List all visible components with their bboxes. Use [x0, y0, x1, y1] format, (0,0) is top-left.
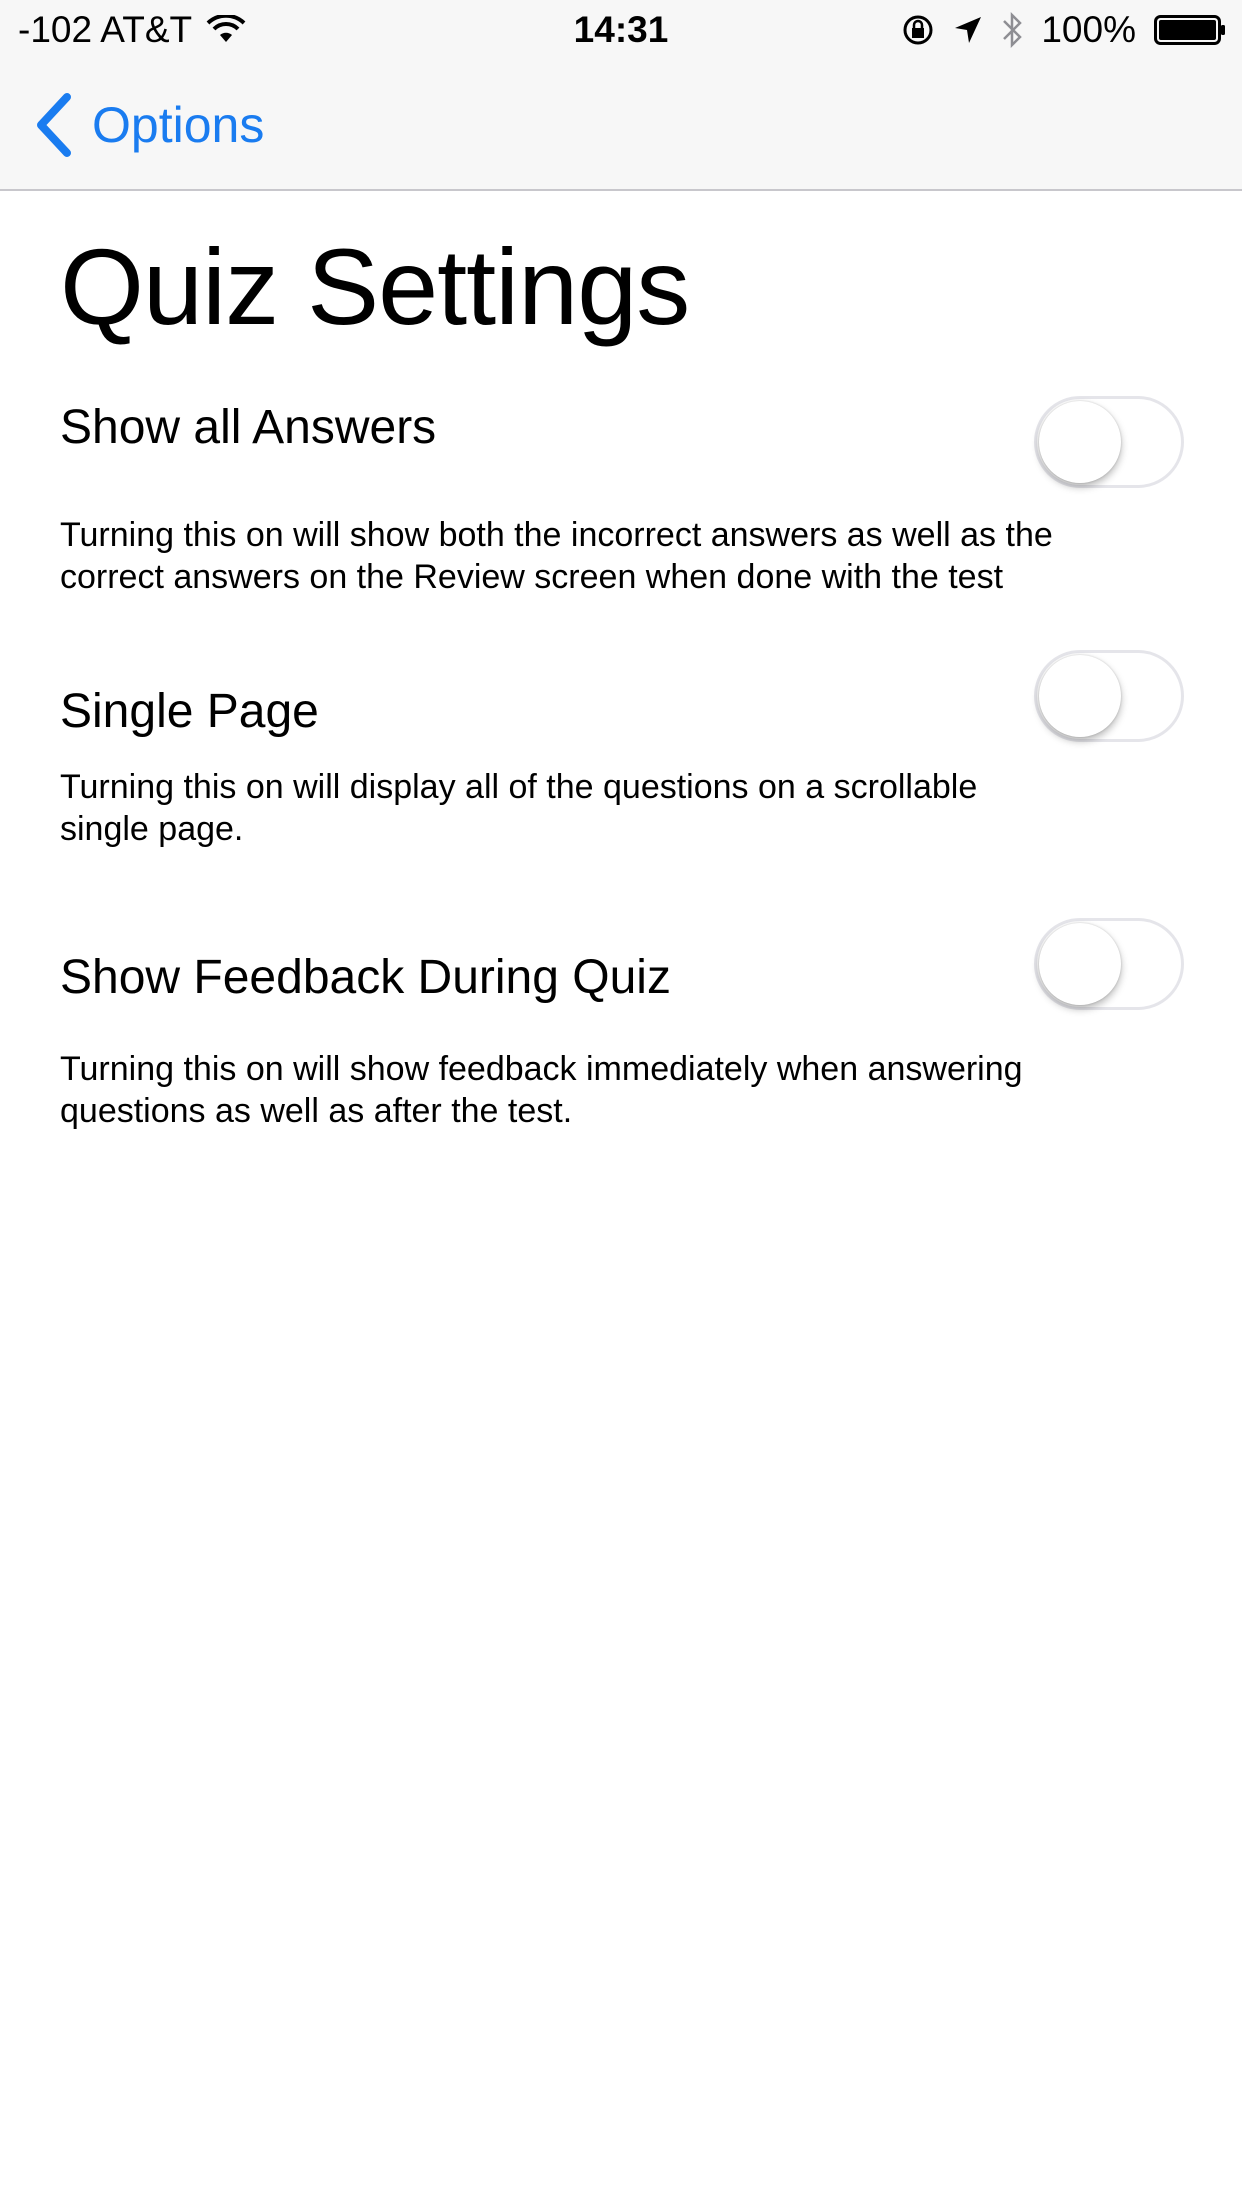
setting-label: Single Page: [60, 685, 319, 738]
toggle-knob: [1039, 923, 1121, 1005]
chevron-left-icon: [37, 93, 71, 157]
battery-icon: [1154, 15, 1225, 45]
setting-show-all-answers: Show all Answers Turning this on will sh…: [60, 390, 1184, 600]
single-page-toggle[interactable]: [1034, 650, 1184, 742]
bluetooth-icon: [1003, 11, 1023, 49]
setting-description: Turning this on will show feedback immed…: [60, 1048, 1184, 1132]
toggle-knob: [1039, 401, 1121, 483]
top-bar: -102 AT&T 14:31 100% Options: [0, 0, 1242, 191]
setting-description-line: Turning this on will display all of the …: [60, 768, 978, 806]
setting-label: Show all Answers: [60, 401, 437, 454]
setting-show-feedback-during-quiz: Show Feedback During Quiz Turning this o…: [60, 912, 1184, 1142]
status-bar: -102 AT&T 14:31 100%: [0, 0, 1242, 60]
setting-description-line: correct answers on the Review screen whe…: [60, 558, 1004, 596]
setting-description-line: single page.: [60, 810, 244, 848]
setting-label: Show Feedback During Quiz: [60, 951, 671, 1004]
setting-description: Turning this on will display all of the …: [60, 766, 1184, 850]
setting-description-line: questions as well as after the test.: [60, 1092, 573, 1130]
location-arrow-icon: [955, 17, 982, 43]
orientation-lock-icon: [903, 15, 933, 45]
navigation-bar: Options: [0, 60, 1242, 190]
setting-description: Turning this on will show both the incor…: [60, 514, 1184, 598]
back-button[interactable]: Options: [34, 90, 264, 160]
setting-single-page: Single Page Turning this on will display…: [60, 644, 1184, 854]
setting-description-line: Turning this on will show both the incor…: [60, 516, 1053, 554]
battery-percentage: 100%: [1041, 9, 1136, 50]
status-right: 100%: [901, 8, 1226, 52]
show-all-answers-toggle[interactable]: [1034, 396, 1184, 488]
setting-description-line: Turning this on will show feedback immed…: [60, 1050, 1023, 1088]
page-title: Quiz Settings: [60, 226, 690, 347]
toggle-knob: [1039, 655, 1121, 737]
show-feedback-toggle[interactable]: [1034, 918, 1184, 1010]
back-button-label: Options: [92, 97, 265, 153]
